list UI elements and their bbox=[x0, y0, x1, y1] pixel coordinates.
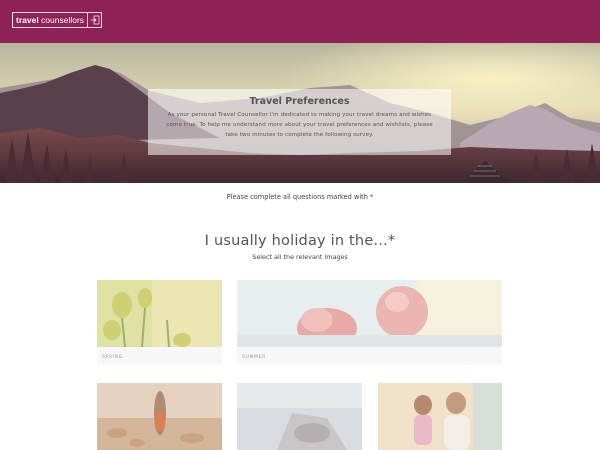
family-beach-image bbox=[378, 383, 502, 450]
travel-counsellors-logo[interactable]: travel counsellors bbox=[12, 12, 103, 28]
winter-snow-image bbox=[237, 383, 362, 450]
required-notice: Please complete all questions marked wit… bbox=[226, 193, 374, 201]
option-card-autumn[interactable] bbox=[97, 383, 222, 450]
option-label-summer: SUMMER bbox=[242, 355, 266, 360]
top-bar: travel counsellors bbox=[0, 0, 600, 43]
option-card-summer[interactable]: SUMMER bbox=[237, 280, 502, 365]
intro-box: Travel Preferences As your personal Trav… bbox=[148, 89, 451, 155]
option-card-family[interactable] bbox=[378, 383, 502, 450]
option-card-spring[interactable]: SPRING bbox=[97, 280, 222, 365]
question-title: I usually holiday in the...* bbox=[204, 233, 396, 249]
question-subtitle: Select all the relevant images bbox=[252, 253, 348, 261]
logo-text: travel counsellors bbox=[16, 15, 85, 25]
intro-text: As your personal Travel Counsellor I'm d… bbox=[166, 112, 433, 138]
option-card-winter[interactable] bbox=[237, 383, 362, 450]
arrow-into-box-icon bbox=[87, 13, 101, 27]
option-footer bbox=[237, 347, 502, 365]
option-label-spring: SPRING bbox=[102, 355, 123, 360]
summer-icecream-image bbox=[237, 280, 502, 347]
intro-title: Travel Preferences bbox=[249, 96, 350, 107]
spring-daffodil-image bbox=[97, 280, 222, 347]
autumn-shoe-image bbox=[97, 383, 222, 450]
